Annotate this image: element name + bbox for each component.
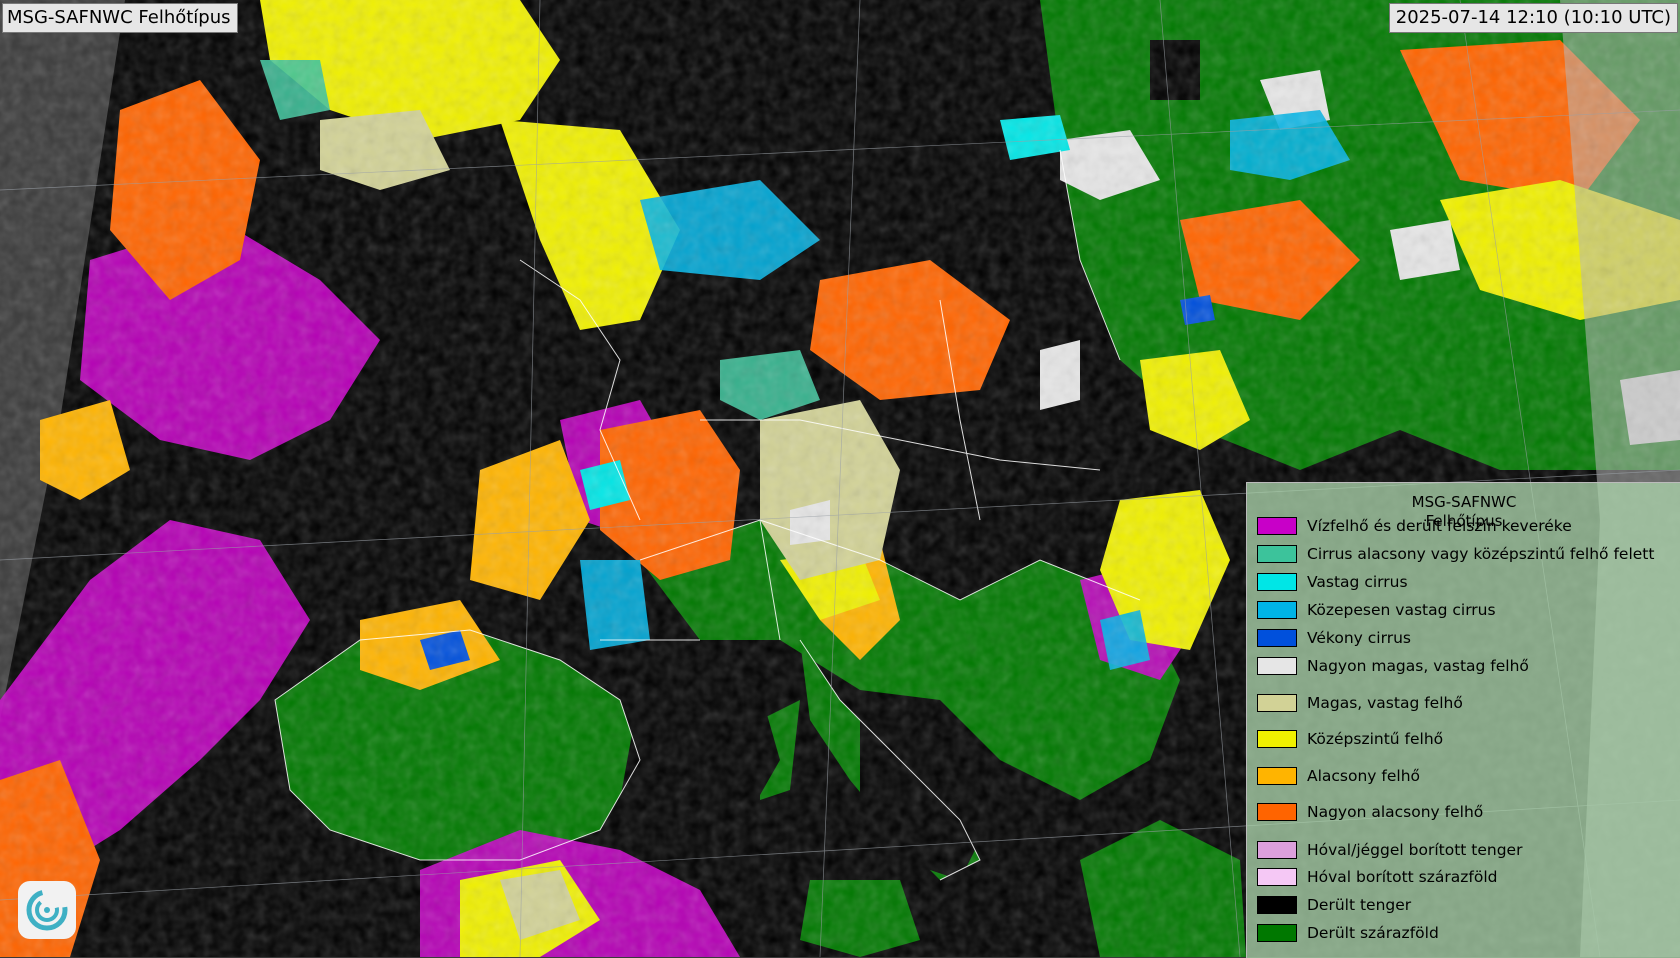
legend-label: Derült szárazföld	[1307, 924, 1439, 942]
legend-swatch	[1257, 924, 1297, 942]
legend-swatch	[1257, 841, 1297, 859]
legend-label: Közepesen vastag cirrus	[1307, 601, 1496, 619]
legend-swatch	[1257, 545, 1297, 563]
legend-label: Cirrus alacsony vagy középszintű felhő f…	[1307, 545, 1655, 563]
legend-item: Vízfelhő és derült felszín keveréke	[1257, 515, 1572, 537]
legend-item: Hóval/jéggel borított tenger	[1257, 839, 1522, 861]
legend-swatch	[1257, 629, 1297, 647]
legend-swatch	[1257, 767, 1297, 785]
legend-label: Hóval borított szárazföld	[1307, 868, 1498, 886]
legend-item: Derült tenger	[1257, 894, 1411, 916]
timestamp-label: 2025-07-14 12:10 (10:10 UTC)	[1388, 3, 1678, 33]
legend-item: Vastag cirrus	[1257, 571, 1408, 593]
legend-item: Derült szárazföld	[1257, 922, 1439, 944]
legend-swatch	[1257, 657, 1297, 675]
legend-item: Középszintű felhő	[1257, 728, 1443, 750]
legend-item: Hóval borított szárazföld	[1257, 866, 1498, 888]
legend-swatch	[1257, 573, 1297, 591]
legend-swatch	[1257, 803, 1297, 821]
legend-label: Nagyon magas, vastag felhő	[1307, 657, 1529, 675]
legend-label: Magas, vastag felhő	[1307, 694, 1463, 712]
legend-swatch	[1257, 517, 1297, 535]
legend-swatch	[1257, 730, 1297, 748]
legend-label: Középszintű felhő	[1307, 730, 1444, 748]
legend-label: Nagyon alacsony felhő	[1307, 803, 1484, 821]
legend-item: Alacsony felhő	[1257, 765, 1420, 787]
map-title: MSG-SAFNWC Felhőtípus	[2, 3, 238, 33]
legend-label: Alacsony felhő	[1307, 767, 1421, 785]
legend-label: Derült tenger	[1307, 896, 1412, 914]
legend-swatch	[1257, 868, 1297, 886]
swirl-logo-icon	[18, 881, 76, 939]
legend-swatch	[1257, 601, 1297, 619]
legend-label: Vékony cirrus	[1307, 629, 1411, 647]
legend-title-line1: MSG-SAFNWC	[1411, 493, 1517, 511]
legend-swatch	[1257, 896, 1297, 914]
legend-item: Magas, vastag felhő	[1257, 692, 1463, 714]
legend-panel: MSG-SAFNWC Felhőtípus Vízfelhő és derült…	[1246, 482, 1680, 958]
legend-item: Vékony cirrus	[1257, 627, 1411, 649]
legend-item: Nagyon alacsony felhő	[1257, 801, 1483, 823]
legend-label: Vastag cirrus	[1307, 573, 1408, 591]
legend-item: Nagyon magas, vastag felhő	[1257, 655, 1529, 677]
legend-swatch	[1257, 694, 1297, 712]
legend-label: Hóval/jéggel borított tenger	[1307, 841, 1523, 859]
legend-label: Vízfelhő és derült felszín keveréke	[1307, 517, 1572, 535]
legend-item: Cirrus alacsony vagy középszintű felhő f…	[1257, 543, 1654, 565]
legend-item: Közepesen vastag cirrus	[1257, 599, 1496, 621]
